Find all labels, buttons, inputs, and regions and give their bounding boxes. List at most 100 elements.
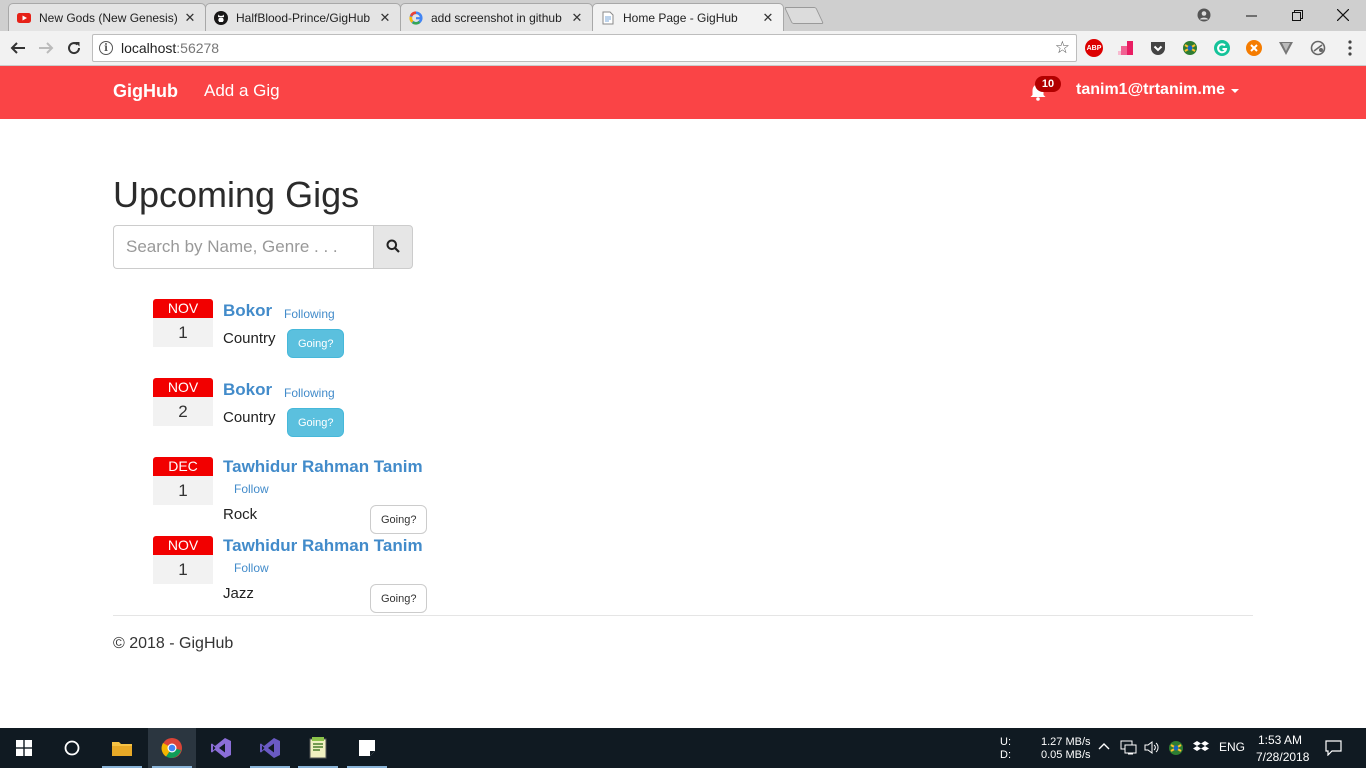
search-form <box>113 225 413 269</box>
gig-date-calendar: NOV 2 <box>153 378 213 426</box>
brand-link[interactable]: GigHub <box>113 81 178 102</box>
gig-month: DEC <box>153 457 213 476</box>
site-info-icon[interactable]: i <box>99 41 113 55</box>
action-center-icon[interactable] <box>1325 740 1342 759</box>
extension-globe-icon[interactable] <box>1181 39 1199 57</box>
browser-tab-gighub-active[interactable]: Home Page - GigHub ✕ <box>592 3 784 32</box>
gig-artist-link[interactable]: Bokor <box>223 380 272 400</box>
adblock-plus-icon[interactable]: ABP <box>1085 39 1103 57</box>
grammarly-icon[interactable] <box>1213 39 1231 57</box>
google-icon <box>409 10 423 25</box>
sticky-notes-icon[interactable] <box>343 728 391 768</box>
minimize-icon[interactable] <box>1228 0 1274 30</box>
address-bar[interactable]: i localhost:56278 ☆ <box>92 34 1077 62</box>
gig-genre: Country <box>223 330 276 347</box>
following-link[interactable]: Following <box>284 386 335 400</box>
close-icon[interactable]: ✕ <box>378 10 392 26</box>
close-window-icon[interactable] <box>1320 0 1366 30</box>
browser-toolbar: i localhost:56278 ☆ ABP <box>0 31 1366 66</box>
footer-copyright: © 2018 - GigHub <box>113 635 234 652</box>
browser-tab-github[interactable]: HalfBlood-Prince/GigHub ✕ <box>205 3 401 31</box>
search-icon <box>386 239 400 256</box>
notepad-plus-plus-icon[interactable] <box>294 728 342 768</box>
gig-artist-link[interactable]: Tawhidur Rahman Tanim <box>223 457 423 477</box>
following-link[interactable]: Following <box>284 307 335 321</box>
language-indicator[interactable]: ENG <box>1219 741 1245 754</box>
toggle-extension-icon[interactable] <box>1309 39 1327 57</box>
pocket-icon[interactable] <box>1149 39 1167 57</box>
user-menu-dropdown[interactable]: tanim1@trtanim.me <box>1076 81 1239 99</box>
going-button[interactable]: Going? <box>370 505 428 534</box>
gig-day: 1 <box>153 318 213 347</box>
gig-date-calendar: NOV 1 <box>153 299 213 347</box>
profile-icon[interactable] <box>1181 0 1227 30</box>
close-icon[interactable]: ✕ <box>761 10 775 26</box>
tray-app-icon[interactable] <box>1168 740 1184 759</box>
adblock-label: ABP <box>1086 44 1102 52</box>
orange-extension-icon[interactable] <box>1245 39 1263 57</box>
clock-date[interactable]: 7/28/2018 <box>1256 750 1309 764</box>
gig-item: NOV 1 Tawhidur Rahman Tanim Follow Jazz … <box>153 536 453 613</box>
search-input[interactable] <box>113 225 374 269</box>
search-button[interactable] <box>373 225 413 269</box>
file-explorer-icon[interactable] <box>98 728 146 768</box>
volume-icon[interactable] <box>1144 740 1161 758</box>
cortana-search-icon[interactable] <box>48 728 96 768</box>
site-navbar: GigHub Add a Gig 10 tanim1@trtanim.me <box>0 66 1366 119</box>
gig-genre: Rock <box>223 506 258 523</box>
going-button[interactable]: Going? <box>370 584 428 613</box>
download-label: D: <box>1000 749 1011 761</box>
visual-studio-icon[interactable] <box>197 728 245 768</box>
gig-day: 1 <box>153 555 213 584</box>
windows-start-icon[interactable] <box>0 728 48 768</box>
show-hidden-icons-chevron-up-icon[interactable] <box>1098 740 1110 755</box>
close-icon[interactable]: ✕ <box>570 10 584 26</box>
chrome-menu-icon[interactable] <box>1338 36 1362 60</box>
follow-link[interactable]: Follow <box>234 482 269 496</box>
page-title: Upcoming Gigs <box>113 174 360 215</box>
visual-studio-code-icon[interactable] <box>246 728 294 768</box>
notification-count-badge[interactable]: 10 <box>1035 76 1061 92</box>
reload-icon[interactable] <box>62 36 86 60</box>
download-speed: 0.05 MB/s <box>1041 749 1091 761</box>
going-button[interactable]: Going? <box>287 408 345 437</box>
browser-tab-google[interactable]: add screenshot in github ✕ <box>400 3 593 31</box>
upload-label: U: <box>1000 736 1011 748</box>
gig-artist-link[interactable]: Bokor <box>223 301 272 321</box>
youtube-icon <box>17 11 31 25</box>
gig-month: NOV <box>153 536 213 555</box>
gig-day: 1 <box>153 476 213 505</box>
back-icon[interactable] <box>6 36 30 60</box>
going-button[interactable]: Going? <box>287 329 345 358</box>
gig-genre: Country <box>223 409 276 426</box>
bookmark-star-icon[interactable]: ☆ <box>1055 38 1070 58</box>
gig-month: NOV <box>153 378 213 397</box>
pink-extension-icon[interactable] <box>1117 39 1135 57</box>
forward-icon[interactable] <box>34 36 58 60</box>
new-tab-button[interactable] <box>784 7 824 24</box>
gig-date-calendar: NOV 1 <box>153 536 213 584</box>
tab-title: HalfBlood-Prince/GigHub <box>236 10 371 25</box>
gig-artist-link[interactable]: Tawhidur Rahman Tanim <box>223 536 423 556</box>
tab-title: Home Page - GigHub <box>623 11 738 25</box>
browser-tab-strip: New Gods (New Genesis) ✕ HalfBlood-Princ… <box>0 0 1366 32</box>
browser-tab-youtube[interactable]: New Gods (New Genesis) ✕ <box>8 3 206 31</box>
close-icon[interactable]: ✕ <box>183 10 197 26</box>
page-icon <box>601 11 615 25</box>
upload-speed: 1.27 MB/s <box>1041 736 1091 748</box>
gig-item: NOV 1 Bokor Following Country Going? <box>153 299 453 369</box>
gig-genre: Jazz <box>223 585 254 602</box>
user-email: tanim1@trtanim.me <box>1076 81 1225 98</box>
add-gig-link[interactable]: Add a Gig <box>204 81 280 101</box>
network-icon[interactable] <box>1120 740 1137 758</box>
windows-taskbar: U: D: 1.27 MB/s 0.05 MB/s ENG 1:53 AM 7/… <box>0 728 1366 768</box>
vimium-icon[interactable] <box>1277 39 1295 57</box>
clock-time[interactable]: 1:53 AM <box>1258 733 1302 747</box>
gig-item: NOV 2 Bokor Following Country Going? <box>153 378 453 448</box>
gig-date-calendar: DEC 1 <box>153 457 213 505</box>
chrome-taskbar-icon[interactable] <box>148 728 196 768</box>
restore-icon[interactable] <box>1274 0 1320 30</box>
follow-link[interactable]: Follow <box>234 561 269 575</box>
caret-down-icon <box>1230 89 1239 93</box>
dropbox-icon[interactable] <box>1193 740 1209 757</box>
